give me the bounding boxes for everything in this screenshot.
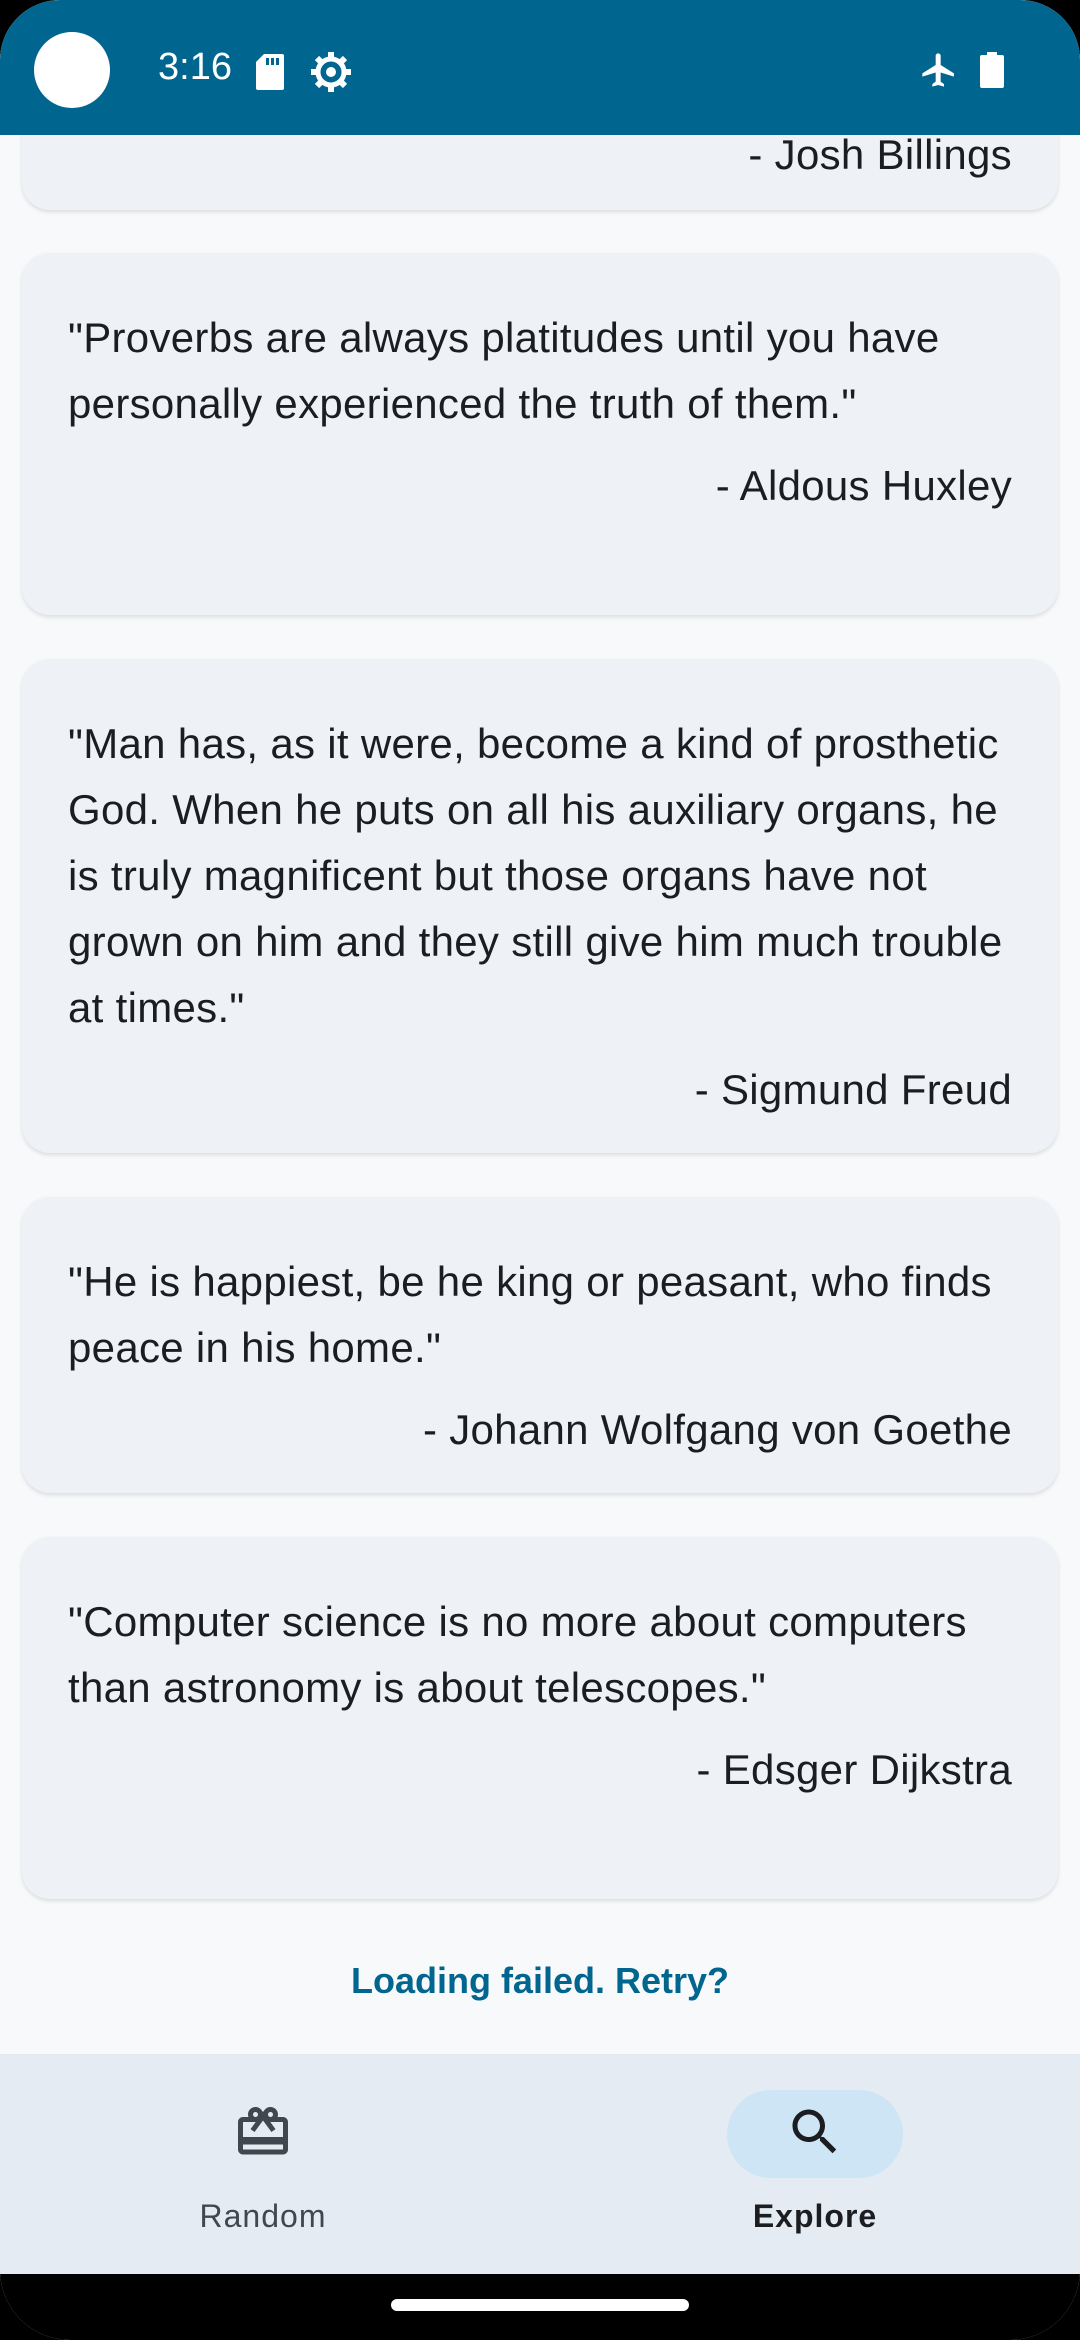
- airplane-mode-icon: [922, 53, 954, 87]
- sd-card-icon: [256, 54, 284, 90]
- quote-text: "He is happiest, be he king or peasant, …: [68, 1258, 992, 1371]
- quote-card: "He is happiest, be he king or peasant, …: [22, 1197, 1058, 1493]
- nav-item-random[interactable]: Random: [113, 2086, 413, 2246]
- quote-text: "Man has, as it were, become a kind of p…: [68, 720, 1003, 1031]
- quote-author: - Aldous Huxley: [715, 462, 1012, 509]
- app-screen: - Josh Billings "Proverbs are always pla…: [0, 0, 1080, 2340]
- status-time: 3:16: [158, 46, 232, 88]
- cards-icon: [238, 2107, 288, 2155]
- status-bar: 3:16: [0, 0, 1080, 135]
- quote-text: "Proverbs are always platitudes until yo…: [68, 314, 940, 427]
- bottom-navigation: Random Explore: [0, 2054, 1080, 2274]
- quote-author: - Johann Wolfgang von Goethe: [422, 1406, 1012, 1453]
- nav-item-explore[interactable]: Explore: [665, 2086, 965, 2246]
- settings-gear-icon: [311, 52, 351, 92]
- quote-card: "Proverbs are always platitudes until yo…: [22, 253, 1058, 615]
- quote-card: "Computer science is no more about compu…: [22, 1537, 1058, 1899]
- retry-button[interactable]: Loading failed. Retry?: [0, 1960, 1080, 2002]
- search-icon: [792, 2109, 837, 2154]
- quote-card: "Man has, as it were, become a kind of p…: [22, 659, 1058, 1153]
- nav-label-random: Random: [199, 2198, 327, 2234]
- quote-author: - Edsger Dijkstra: [696, 1746, 1012, 1793]
- quotes-list[interactable]: - Josh Billings "Proverbs are always pla…: [0, 0, 1080, 2054]
- quote-author: - Sigmund Freud: [694, 1066, 1012, 1113]
- battery-icon: [980, 52, 1004, 88]
- nav-label-explore: Explore: [752, 2198, 878, 2234]
- camera-cutout: [34, 32, 110, 108]
- quote-text: "Computer science is no more about compu…: [68, 1598, 967, 1711]
- home-gesture-handle[interactable]: [391, 2299, 689, 2311]
